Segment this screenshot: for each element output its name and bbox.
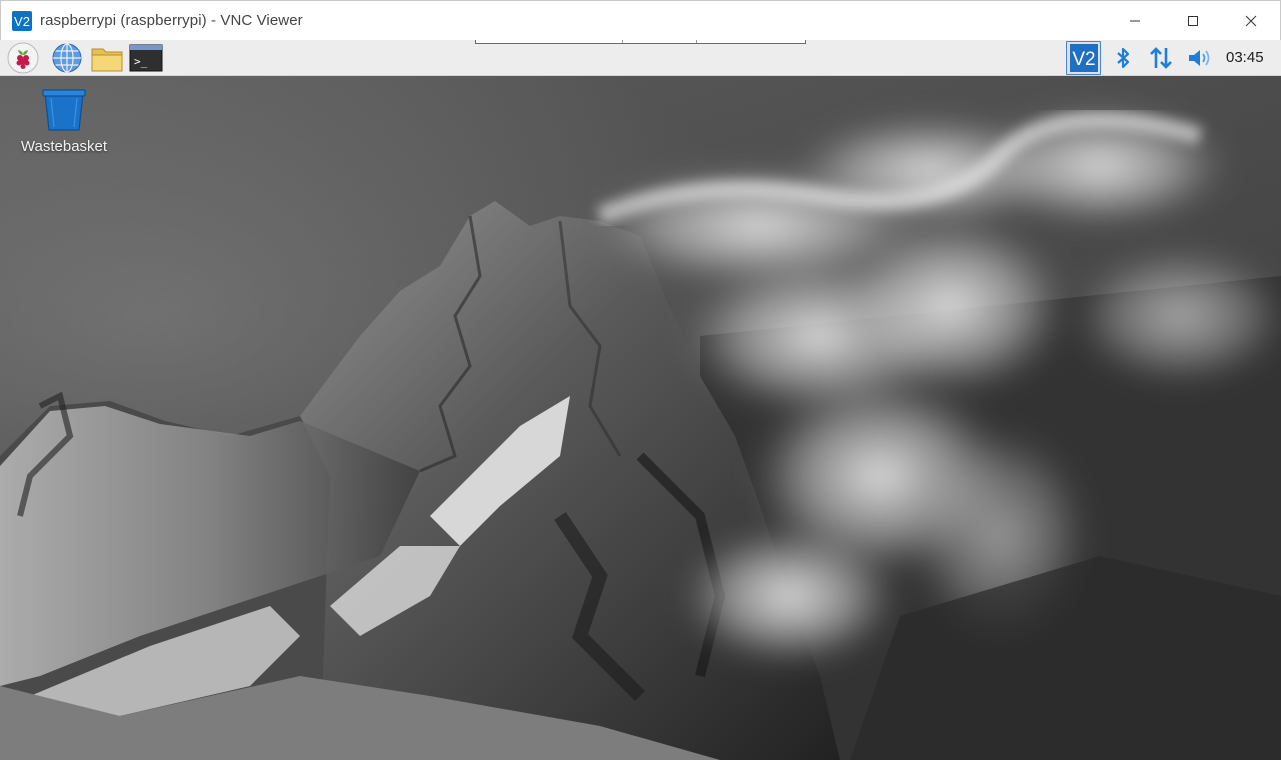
- close-button[interactable]: [1222, 1, 1280, 41]
- volume-tray-button[interactable]: [1184, 40, 1216, 76]
- svg-text:V2: V2: [14, 14, 30, 29]
- wastebasket-desktop-icon[interactable]: Wastebasket: [12, 88, 116, 155]
- svg-text:>_: >_: [134, 55, 148, 68]
- maximize-button[interactable]: [1164, 1, 1222, 41]
- terminal-button[interactable]: >_: [129, 42, 163, 74]
- globe-icon: [52, 43, 82, 73]
- raspberry-menu-button[interactable]: [6, 42, 40, 74]
- network-icon: [1150, 47, 1172, 69]
- raspberry-icon: [7, 42, 39, 74]
- network-tray-button[interactable]: [1146, 40, 1176, 76]
- minimize-icon: [1130, 20, 1140, 22]
- wastebasket-icon: [42, 89, 86, 131]
- folder-icon: [91, 48, 123, 72]
- wastebasket-label: Wastebasket: [20, 138, 108, 155]
- desktop[interactable]: Wastebasket: [0, 76, 1281, 760]
- window-title-bar[interactable]: V2 raspberrypi (raspberrypi) - VNC Viewe…: [0, 0, 1281, 40]
- vnc-viewer-app-icon: V2: [12, 10, 32, 31]
- close-icon: [1245, 15, 1257, 27]
- vnc-toolbar-handle[interactable]: [475, 40, 806, 44]
- web-browser-button[interactable]: [50, 42, 84, 74]
- mountain-wallpaper: [0, 76, 1281, 760]
- minimize-button[interactable]: [1106, 1, 1164, 41]
- file-manager-button[interactable]: [90, 42, 124, 74]
- bluetooth-tray-button[interactable]: [1111, 40, 1135, 76]
- vnc-server-tray-button[interactable]: V2: [1066, 41, 1101, 75]
- vnc-server-icon: V2: [1069, 44, 1098, 72]
- terminal-icon: >_: [129, 44, 163, 72]
- window-controls: [1106, 1, 1280, 41]
- maximize-icon: [1188, 16, 1198, 26]
- window-title: raspberrypi (raspberrypi) - VNC Viewer: [40, 12, 303, 29]
- volume-icon: [1189, 50, 1210, 66]
- svg-text:V2: V2: [1072, 49, 1095, 70]
- taskbar-clock[interactable]: 03:45: [1226, 40, 1264, 76]
- bluetooth-icon: [1117, 47, 1130, 69]
- pi-taskbar: >_ V2 03:45: [0, 40, 1281, 76]
